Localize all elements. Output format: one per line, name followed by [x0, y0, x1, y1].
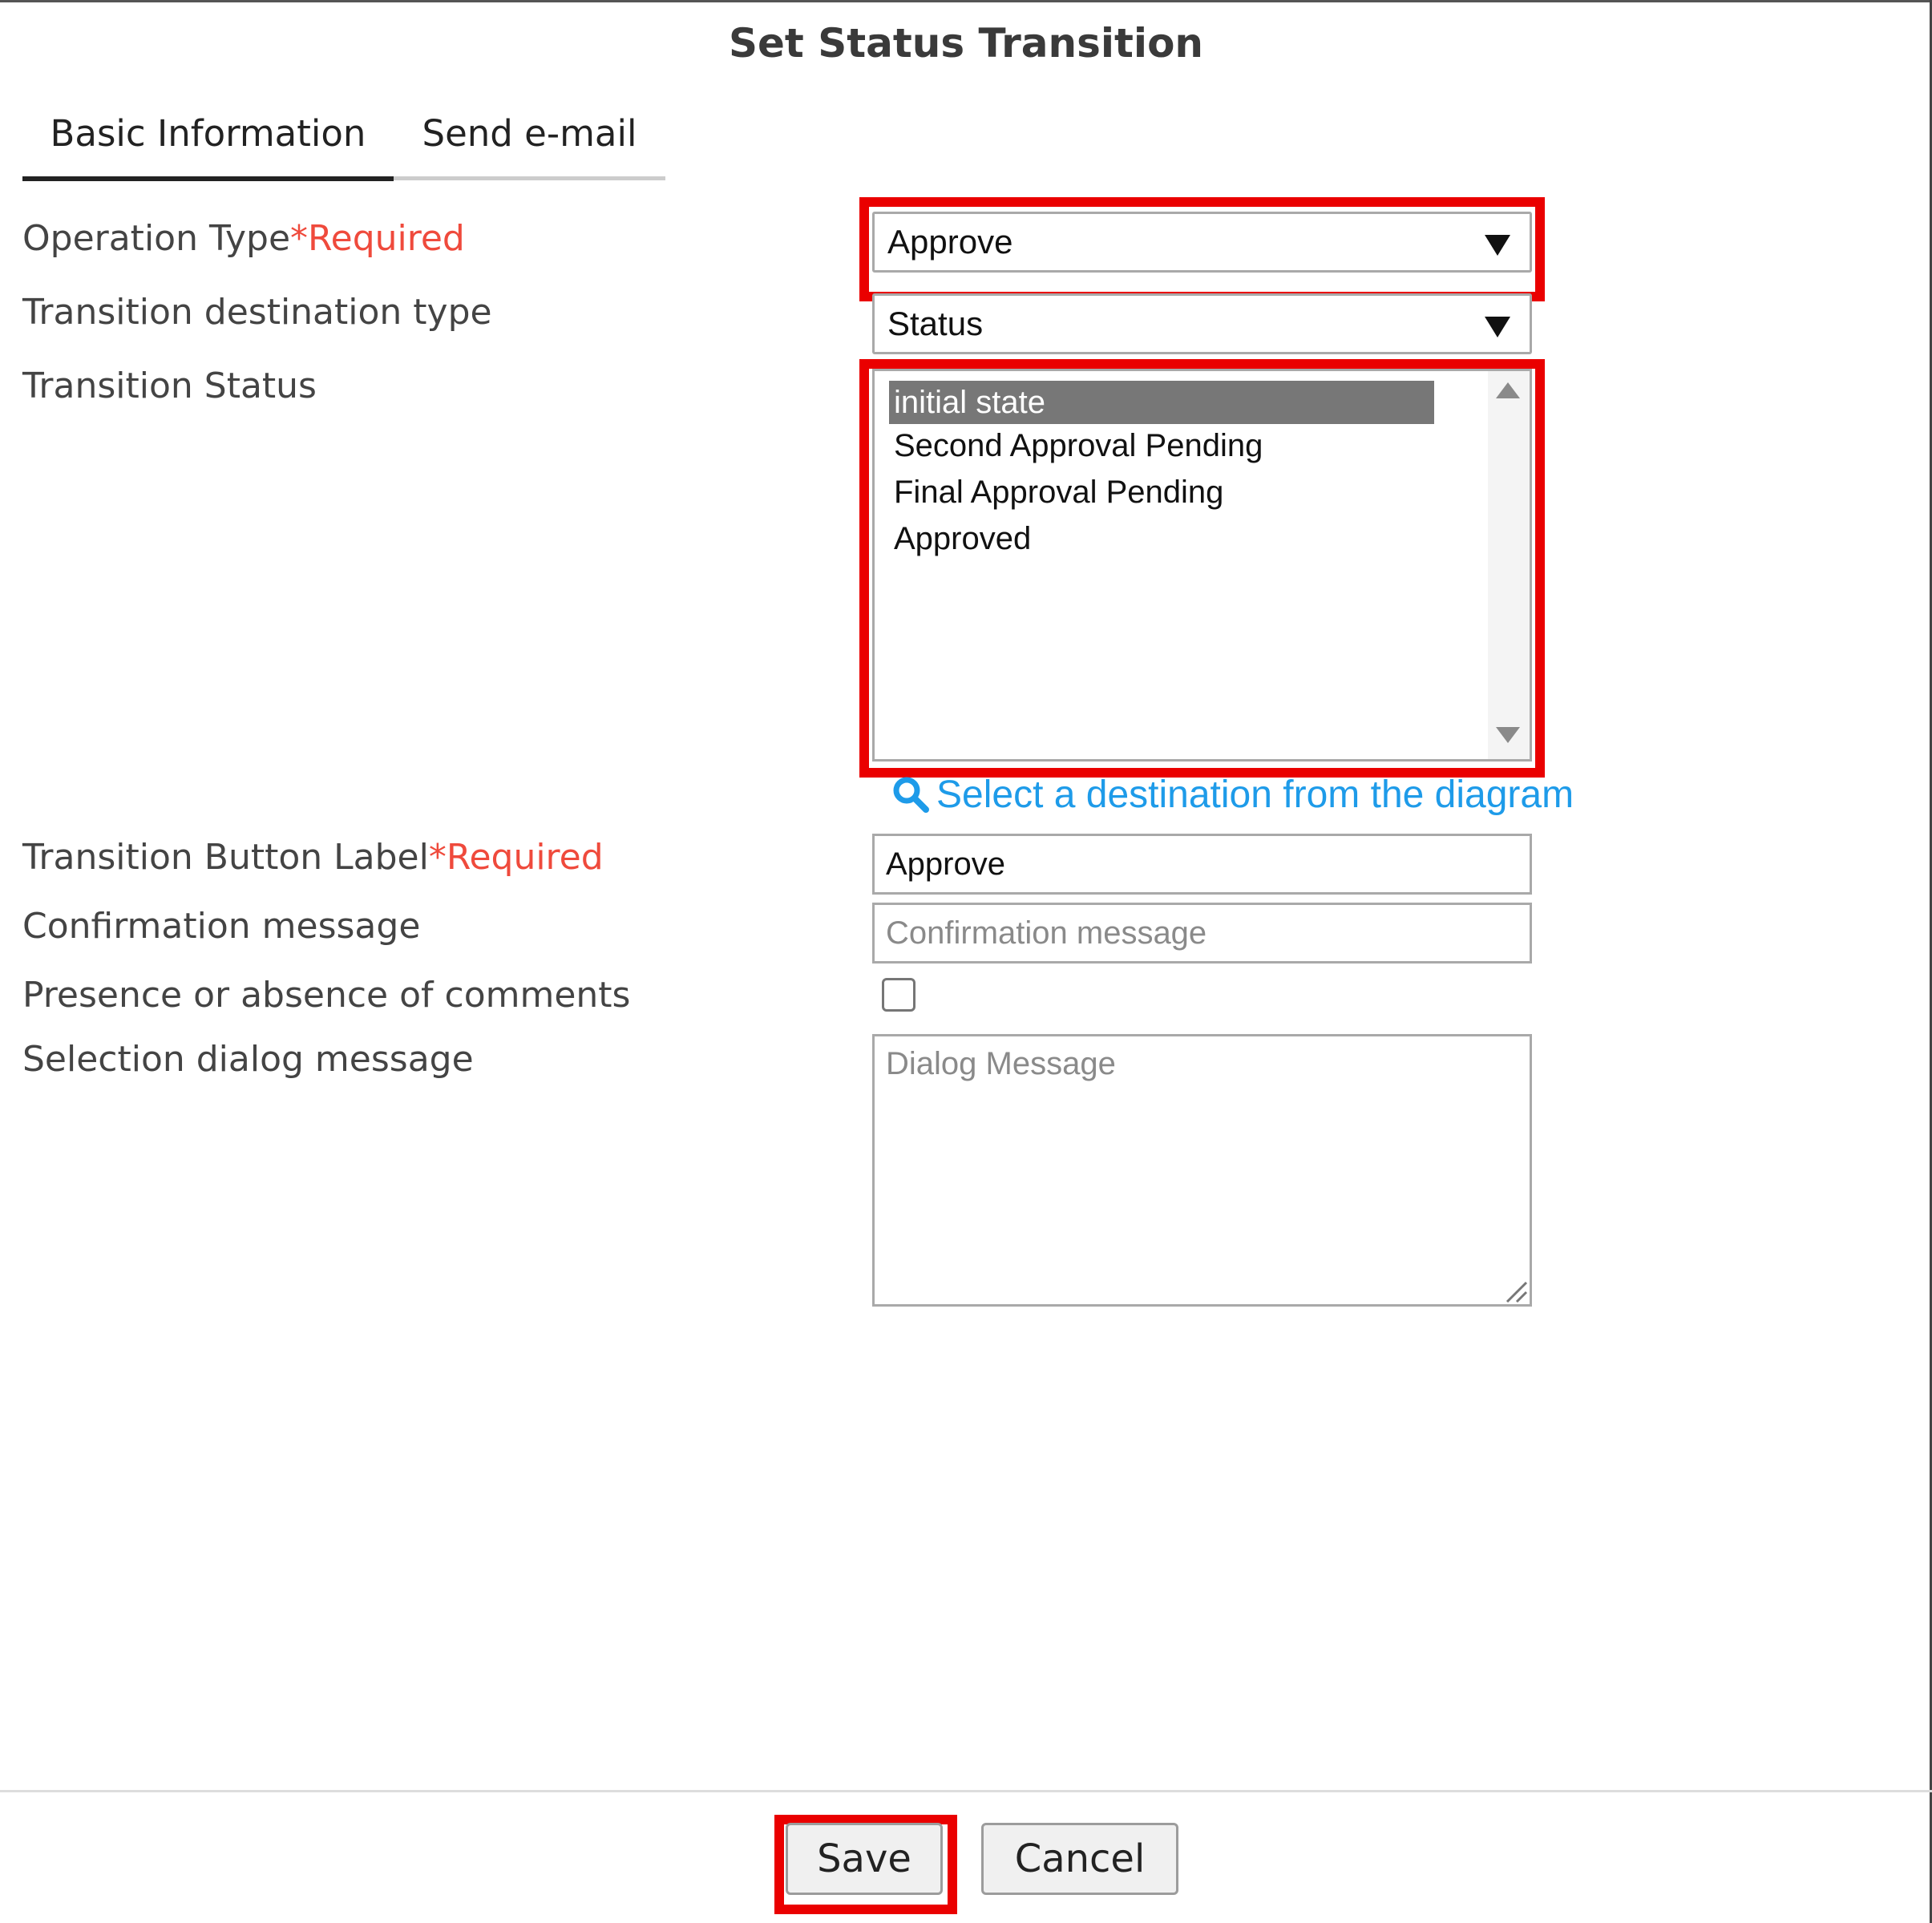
status-option-initial-state[interactable]: initial state: [889, 381, 1434, 424]
dialog-title: Set Status Transition: [728, 20, 1204, 67]
tab-send-email[interactable]: Send e-mail: [394, 103, 665, 180]
button-label-input[interactable]: [872, 834, 1532, 895]
select-from-diagram-text: Select a destination from the diagram: [936, 774, 1574, 816]
button-label-label: Transition Button Label*Required: [22, 834, 604, 882]
scroll-down-arrow-icon[interactable]: [1496, 727, 1520, 743]
confirmation-message-label: Confirmation message: [22, 906, 421, 947]
select-from-diagram-link[interactable]: Select a destination from the diagram: [891, 770, 1574, 821]
confirmation-message-input[interactable]: [872, 903, 1532, 964]
destination-type-select[interactable]: Status: [872, 293, 1532, 354]
transition-status-label: Transition Status: [22, 366, 317, 406]
resize-grip-icon[interactable]: [1504, 1279, 1528, 1303]
status-option-second-approval-pending[interactable]: Second Approval Pending: [889, 424, 1434, 467]
button-label-label-text: Transition Button Label: [22, 837, 429, 878]
status-option-approved[interactable]: Approved: [889, 517, 1434, 560]
dropdown-arrow-icon: [1485, 317, 1510, 337]
operation-type-label-text: Operation Type: [22, 218, 291, 259]
transition-status-listbox[interactable]: initial state Second Approval Pending Fi…: [872, 369, 1532, 762]
cancel-button[interactable]: Cancel: [981, 1823, 1178, 1895]
search-icon: [893, 777, 929, 813]
dialog-top-border: [0, 0, 1932, 2]
destination-type-label: Transition destination type: [22, 292, 492, 333]
footer-divider: [0, 1790, 1932, 1792]
comments-label: Presence or absence of comments: [22, 975, 631, 1016]
required-marker: *Required: [290, 218, 465, 259]
dialog-message-label: Selection dialog message: [22, 1039, 474, 1080]
operation-type-label: Operation Type*Required: [22, 215, 465, 263]
dropdown-arrow-icon: [1485, 235, 1510, 256]
tab-bar: Basic Information Send e-mail: [22, 103, 665, 183]
status-option-final-approval-pending[interactable]: Final Approval Pending: [889, 471, 1434, 514]
comments-checkbox[interactable]: [882, 978, 915, 1012]
dialog-message-textarea[interactable]: [872, 1034, 1532, 1307]
destination-type-value: Status: [887, 305, 984, 342]
save-button[interactable]: Save: [786, 1823, 943, 1895]
required-marker: *Required: [428, 837, 604, 878]
operation-type-value: Approve: [887, 223, 1013, 261]
tab-basic-information[interactable]: Basic Information: [22, 103, 394, 181]
operation-type-select[interactable]: Approve: [872, 212, 1532, 273]
listbox-scrollbar[interactable]: [1488, 371, 1530, 759]
scroll-up-arrow-icon[interactable]: [1496, 382, 1520, 398]
